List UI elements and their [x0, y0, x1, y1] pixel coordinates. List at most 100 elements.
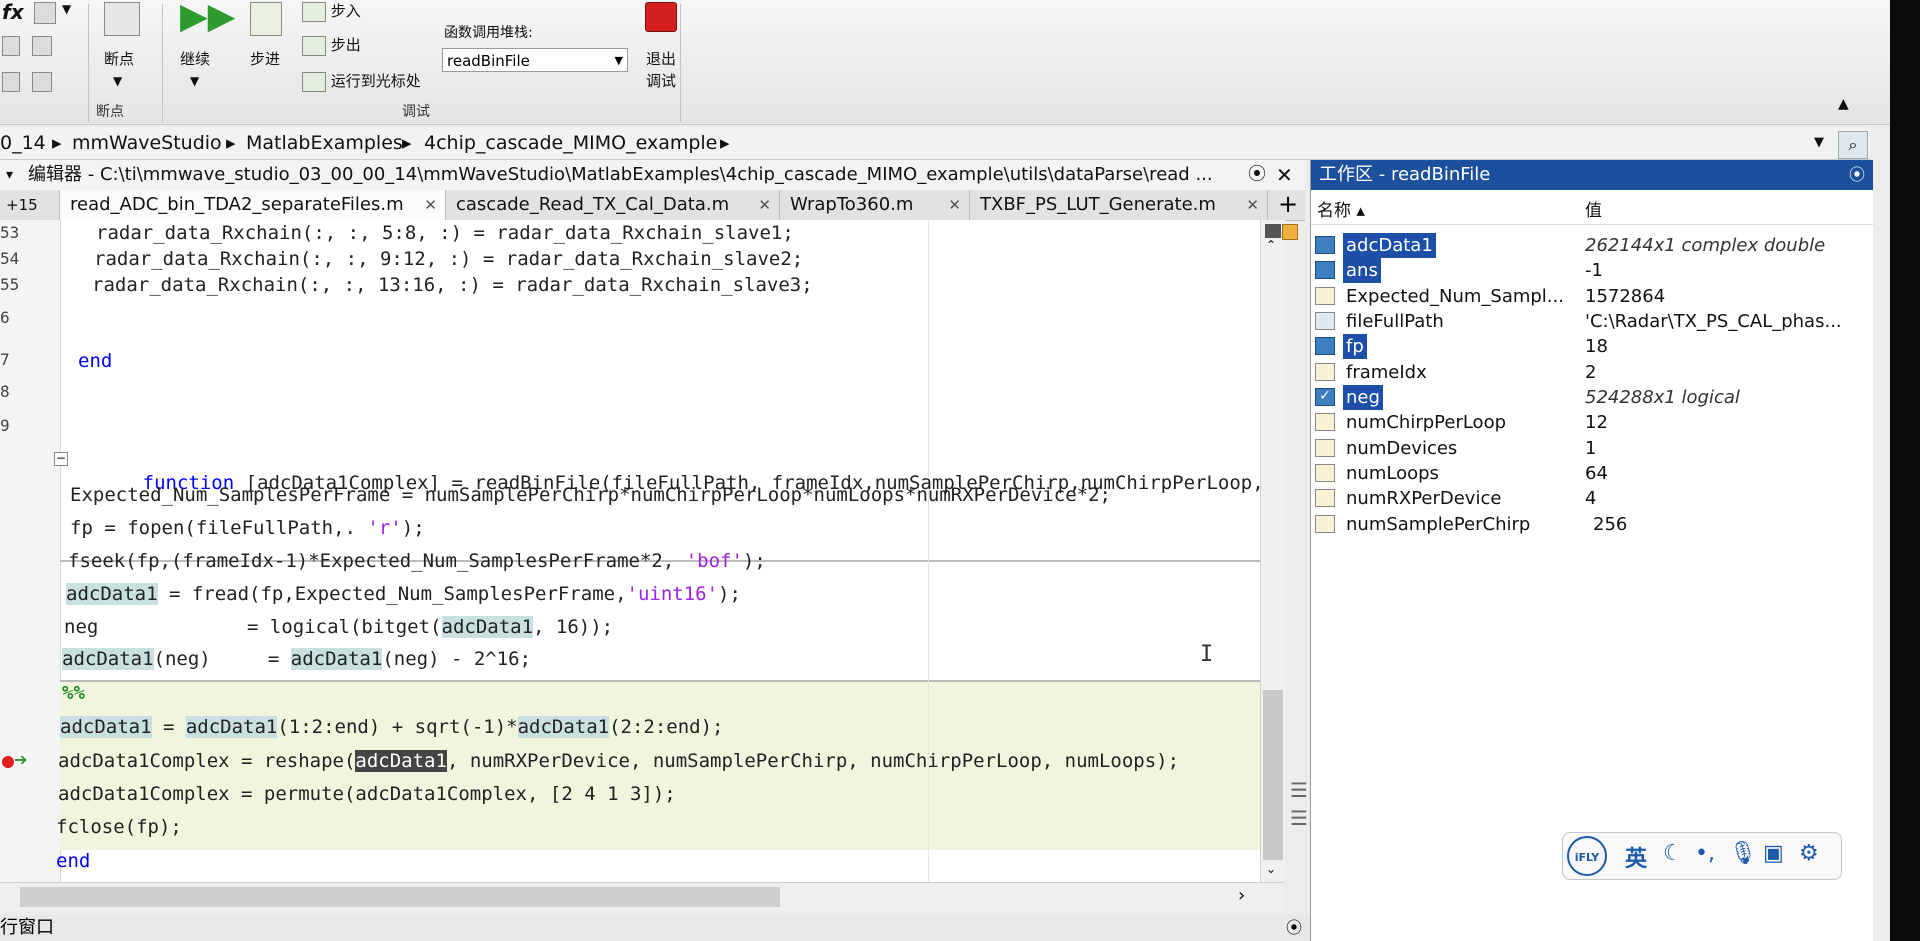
workspace-row[interactable]: numRXPerDevice 4 — [1311, 486, 1873, 511]
uncomment-icon[interactable] — [2, 72, 20, 92]
keyboard-icon[interactable]: ▣ — [1763, 841, 1784, 866]
breadcrumb-item[interactable]: 4chip_cascade_MIMO_example — [424, 127, 717, 159]
split-handle-icon[interactable]: ☰ — [1290, 778, 1308, 802]
split-handle-icon[interactable]: ☰ — [1290, 806, 1308, 830]
run-to-cursor-button[interactable]: 运行到光标处 — [302, 70, 421, 92]
code-line: radar_data_Rxchain(:, :, 9:12, :) = rada… — [94, 248, 804, 270]
monitor-bezel — [1890, 0, 1920, 941]
command-window-bar[interactable]: 行窗口 ⦿ — [0, 915, 1320, 941]
variable-name: frameIdx — [1346, 362, 1427, 383]
line-number: 7 — [0, 350, 10, 369]
close-icon[interactable]: ✕ — [948, 190, 961, 220]
scroll-thumb[interactable] — [1265, 224, 1281, 238]
workspace-title-bar: 工作区 - readBinFile ⦿ — [1311, 160, 1873, 190]
close-icon[interactable]: ✕ — [1246, 190, 1259, 220]
horizontal-scrollbar[interactable]: › — [0, 882, 1284, 911]
breadcrumb-item[interactable]: MatlabExamples — [246, 127, 403, 159]
options-icon[interactable]: ⦿ — [1849, 160, 1865, 190]
call-stack-select[interactable]: readBinFile ▼ — [442, 48, 628, 72]
code-token: adcData1 — [60, 716, 152, 738]
close-icon[interactable]: ✕ — [424, 190, 437, 220]
dropdown-arrow-icon[interactable]: ▼ — [1814, 127, 1824, 159]
code-token: neg = logical(bitget( — [64, 616, 442, 638]
chevron-right-icon[interactable]: › — [1238, 885, 1245, 906]
variable-value: 12 — [1585, 412, 1608, 433]
punctuation-icon[interactable]: •, — [1695, 841, 1715, 866]
command-window-label: 行窗口 — [0, 917, 54, 938]
comment-icon[interactable] — [2, 36, 20, 56]
workspace-row[interactable]: ✓ neg 524288x1 logical — [1311, 385, 1873, 410]
ifly-logo[interactable]: iFLY — [1567, 836, 1607, 876]
code-token: adcData1 — [185, 716, 278, 738]
workspace-row[interactable]: numLoops 64 — [1311, 461, 1873, 486]
workspace-row[interactable]: adcData1 262144x1 complex double — [1311, 233, 1873, 258]
step-in-button[interactable]: 步入 — [302, 0, 361, 22]
workspace-row[interactable]: numDevices 1 — [1311, 436, 1873, 461]
collapse-icon[interactable]: ▾ — [6, 160, 13, 190]
moon-icon[interactable]: ☾ — [1663, 841, 1683, 866]
code-editor[interactable]: 53 54 55 6 7 8 9 ➔ radar_data_Rxchain(:,… — [0, 220, 1260, 882]
fold-icon[interactable]: − — [54, 452, 68, 466]
tab-cascade-read-tx-cal[interactable]: cascade_Read_TX_Cal_Data.m ✕ — [446, 190, 780, 220]
close-icon[interactable]: ✕ — [1276, 160, 1293, 190]
indent-icon[interactable] — [32, 36, 52, 56]
language-toggle[interactable]: 英 — [1625, 841, 1647, 873]
variable-name: Expected_Num_Sampl... — [1346, 286, 1564, 307]
outdent-icon[interactable] — [32, 72, 52, 92]
workspace-row[interactable]: fp 18 — [1311, 334, 1873, 359]
workspace-row[interactable]: frameIdx 2 — [1311, 360, 1873, 385]
step-icon — [250, 2, 282, 36]
workspace-row[interactable]: numChirpPerLoop 12 — [1311, 410, 1873, 435]
workspace-row[interactable]: ans -1 — [1311, 258, 1873, 283]
code-token: (2:2:end); — [609, 716, 724, 738]
column-header-value[interactable]: 值 — [1585, 198, 1602, 224]
matrix-icon — [1315, 439, 1335, 457]
tab-wrapto360[interactable]: WrapTo360.m ✕ — [780, 190, 970, 220]
microphone-icon[interactable]: 🎙 — [1729, 841, 1757, 866]
search-icon[interactable]: ⌕ — [1838, 131, 1868, 159]
breadcrumb-item[interactable]: 0_14 — [0, 127, 46, 159]
editor-tabs: +15 read_ADC_bin_TDA2_separateFiles.m ✕ … — [0, 190, 1305, 221]
close-icon[interactable]: ✕ — [758, 190, 771, 220]
workspace-row[interactable]: fileFullPath 'C:\Radar\TX_PS_CAL_phas... — [1311, 309, 1873, 334]
chevron-down-icon: ▼ — [113, 74, 123, 88]
code-token: (neg) - 2^16; — [382, 648, 532, 670]
breakpoint-icon[interactable] — [2, 756, 14, 768]
breadcrumb-item[interactable]: mmWaveStudio — [72, 127, 222, 159]
chevron-down-icon[interactable]: ⌄ — [1266, 862, 1276, 876]
column-header-name[interactable]: 名称 ▴ — [1317, 198, 1365, 224]
tab-read-adc-bin[interactable]: read_ADC_bin_TDA2_separateFiles.m ✕ — [60, 190, 446, 220]
variable-value: -1 — [1585, 260, 1603, 281]
code-token: ); — [718, 583, 741, 605]
ifly-ime-toolbar[interactable]: iFLY 英 ☾ •, 🎙 ▣ ⚙ — [1562, 832, 1842, 880]
continue-label: 继续 — [180, 50, 211, 68]
variable-name: fp — [1343, 334, 1367, 359]
line-gutter: 53 54 55 6 7 8 9 ➔ — [0, 220, 61, 882]
dropdown-arrow-icon[interactable]: ▼ — [62, 2, 71, 16]
toolstrip: fx ▼ 断点 ▼ ▶▶ 继续 ▼ 步进 步入 步出 运行到光标处 函数调用堆栈… — [0, 0, 1900, 125]
gear-icon[interactable]: ⚙ — [1799, 841, 1819, 866]
options-icon[interactable]: ⦿ — [1248, 160, 1266, 190]
scroll-thumb[interactable] — [20, 887, 780, 907]
scroll-thumb[interactable] — [1263, 690, 1283, 860]
step-out-button[interactable]: 步出 — [302, 34, 361, 56]
options-icon[interactable]: ⦿ — [1286, 915, 1302, 941]
workspace-row[interactable]: Expected_Num_Sampl... 1572864 — [1311, 284, 1873, 309]
chevron-up-icon[interactable]: ⌃ — [1266, 238, 1276, 252]
code-token: 'bof' — [685, 550, 743, 572]
breadcrumb: 0_14 ▸ mmWaveStudio ▸ MatlabExamples ▸ 4… — [0, 127, 1870, 160]
workspace-row[interactable]: numSamplePerChirp 256 — [1311, 512, 1873, 537]
tab-overflow-count[interactable]: +15 — [0, 190, 60, 220]
add-tab-icon[interactable]: + — [1278, 190, 1298, 218]
line-number: 53 — [0, 223, 20, 242]
collapse-toolstrip-icon[interactable]: ▲ — [1838, 96, 1849, 112]
code-analyzer-icon[interactable] — [1282, 224, 1298, 240]
vertical-scrollbar[interactable]: ⌃ ⌄ — [1260, 220, 1285, 882]
insert-icon[interactable] — [34, 2, 56, 24]
exit-debug-label-2: 调试 — [646, 72, 677, 90]
variable-value: 18 — [1585, 336, 1608, 357]
fx-button[interactable]: fx — [2, 0, 24, 24]
variable-name: numRXPerDevice — [1346, 488, 1502, 509]
tab-txbf-ps-lut[interactable]: TXBF_PS_LUT_Generate.m ✕ — [970, 190, 1268, 220]
breakpoints-icon — [104, 2, 140, 36]
